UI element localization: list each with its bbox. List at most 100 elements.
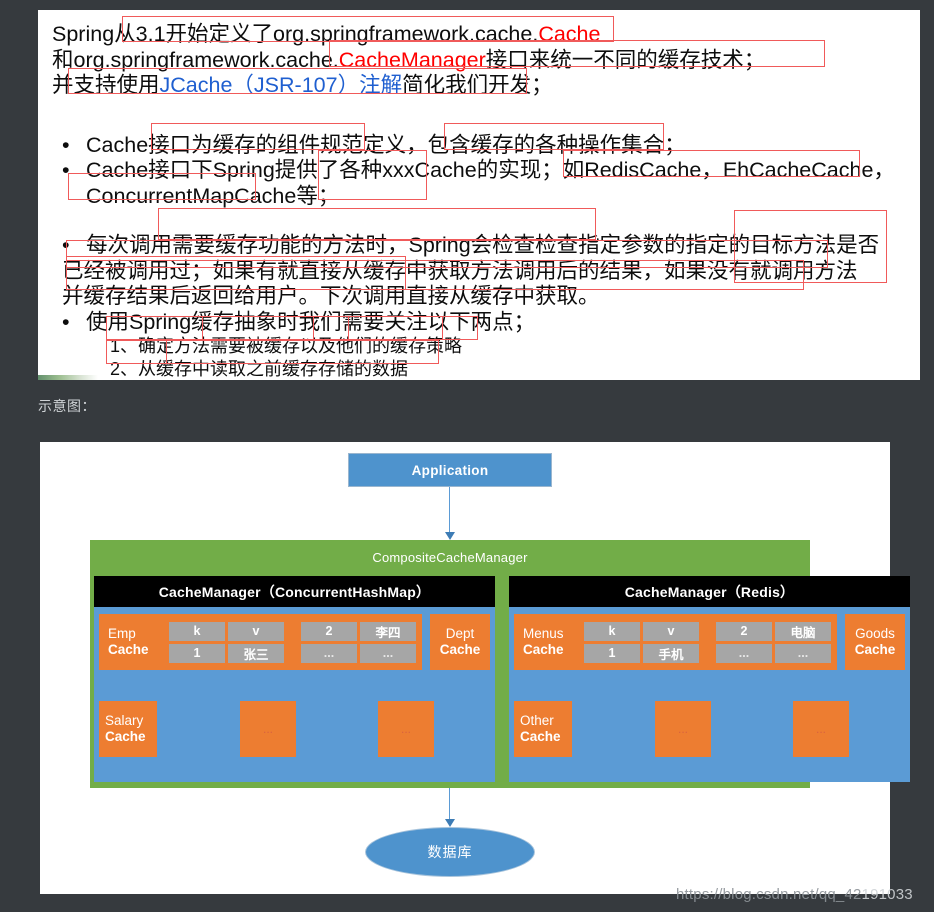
kv-table-b-left: 2 李四 ... ... [301, 621, 416, 663]
composite-cache-manager-title: CompositeCacheManager [94, 544, 806, 570]
goods-cache-box: Goods Cache [845, 614, 905, 670]
database-node: 数据库 [365, 827, 535, 877]
bullet-marker: • [62, 132, 70, 157]
kv-cell: ... [360, 643, 416, 663]
text-slide-content: Spring从3.1开始定义了org.springframework.cache… [38, 10, 920, 380]
numbered-text: 1、确定方法需要被缓存以及他们的缓存策略 [110, 336, 463, 356]
menus-cache-line2: Cache [523, 642, 564, 657]
paragraph-3-seg-2: JCache（JSR-107）注解 [159, 73, 403, 97]
kv-row: 1 手机 [584, 643, 699, 663]
cache-manager-right-header: CacheManager（Redis） [509, 576, 910, 607]
paragraph-1-seg-1: Spring从3.1开始定义了org.springframework.cache… [52, 22, 539, 46]
cache-manager-panel-left: CacheManager（ConcurrentHashMap） Emp Cach… [94, 576, 495, 782]
bullet-group-1: • Cache接口为缓存的组件规范定义，包含缓存的各种操作集合； • Cache… [52, 133, 920, 210]
watermark-dim: https://blog.csdn.net/qq_42 [676, 886, 862, 903]
emp-cache-label: Emp Cache [105, 626, 167, 658]
arrow-head-icon [445, 819, 455, 827]
dept-cache-line2: Cache [439, 642, 481, 657]
kv-row: ... ... [301, 643, 416, 663]
watermark-bright: 191033 [861, 886, 913, 903]
bullet-item: • 每次调用需要缓存功能的方法时，Spring会检查检查指定参数的指定的目标方法… [52, 233, 920, 259]
placeholder-cache-box: ... [378, 701, 434, 757]
composite-cache-manager-container: CompositeCacheManager CacheManager（Concu… [90, 540, 910, 788]
bullet-continuation: 并缓存结果后返回给用户。下次调用直接从缓存中获取。 [52, 284, 920, 310]
bullet-item: • 使用Spring缓存抽象时我们需要关注以下两点； [52, 310, 920, 336]
kv-cell: 手机 [643, 643, 699, 663]
kv-cell: 1 [584, 643, 640, 663]
watermark: https://blog.csdn.net/qq_42191033 [676, 886, 913, 903]
salary-cache-box: Salary Cache [99, 701, 157, 757]
screenshot-root: Spring从3.1开始定义了org.springframework.cache… [0, 0, 934, 912]
paragraph-3-seg-3: 简化我们开发； [402, 73, 553, 97]
bullet-continuation: 已经被调用过；如果有就直接从缓存中获取方法调用后的结果，如果没有就调用方法 [52, 259, 920, 285]
bullet-marker: • [62, 158, 70, 182]
architecture-diagram: Application CompositeCacheManager CacheM… [40, 442, 910, 894]
paragraph-line-1: Spring从3.1开始定义了org.springframework.cache… [52, 22, 920, 48]
kv-table-a-right: k v 1 手机 [584, 621, 699, 663]
connector-line-ccm-to-db [449, 788, 450, 820]
bullet-marker: • [62, 309, 70, 334]
paragraph-2-seg-1: 和org.springframework.cache. [52, 47, 339, 72]
placeholder-cache-box: ... [240, 701, 296, 757]
goods-cache-line1: Goods [855, 626, 895, 641]
kv-cell: 电脑 [775, 621, 831, 641]
bullet-continuation: ConcurrentMapCache等； [52, 184, 920, 210]
cache-manager-right-body: Menus Cache k v 1 手机 2 电脑 ... ... Goods … [509, 607, 910, 782]
menus-cache-label: Menus Cache [520, 626, 582, 658]
arrow-head-icon [445, 532, 455, 540]
dept-cache-line1: Dept [445, 626, 475, 641]
kv-cell: 1 [169, 643, 225, 663]
bullet-group-2: • 每次调用需要缓存功能的方法时，Spring会检查检查指定参数的指定的目标方法… [52, 233, 920, 380]
kv-cell: ... [301, 643, 357, 663]
bullet-text: Cache接口下Spring提供了各种xxxCache的实现；如RedisCac… [86, 158, 895, 182]
kv-tables-left: k v 1 张三 2 李四 ... ... [169, 621, 416, 663]
kv-row: k v [584, 621, 699, 641]
cache-band-secondary-left: Salary Cache ... ... [99, 683, 490, 775]
bullet-text: 每次调用需要缓存功能的方法时，Spring会检查检查指定参数的指定的目标方法是否 [86, 233, 880, 257]
card-edge-artifact [38, 375, 98, 380]
bullet-item: • Cache接口为缓存的组件规范定义，包含缓存的各种操作集合； [52, 133, 920, 159]
numbered-text: 2、从缓存中读取之前缓存存储的数据 [110, 359, 409, 379]
other-cache-line1: Other [520, 713, 554, 728]
bullet-marker: • [62, 233, 70, 257]
kv-table-a-left: k v 1 张三 [169, 621, 284, 663]
bullet-text: ConcurrentMapCache等； [86, 183, 340, 208]
kv-row: ... ... [716, 643, 831, 663]
paragraph-3-seg-1: 并支持使用 [52, 73, 160, 97]
cache-band-primary-right: Menus Cache k v 1 手机 2 电脑 ... ... Goods … [514, 614, 905, 670]
bullet-text: 已经被调用过；如果有就直接从缓存中获取方法调用后的结果，如果没有就调用方法 [62, 258, 858, 283]
kv-cell: v [228, 621, 284, 641]
cache-band-primary-left: Emp Cache k v 1 张三 2 李四 ... ... Dept Cac… [99, 614, 490, 670]
kv-cell: k [169, 621, 225, 641]
kv-cell: 李四 [360, 621, 416, 641]
kv-tables-right: k v 1 手机 2 电脑 ... ... [584, 621, 831, 663]
cache-band-secondary-right: Other Cache ... ... [514, 683, 905, 775]
kv-row: 2 李四 [301, 621, 416, 641]
cache-manager-panel-right: CacheManager（Redis） Menus Cache k v 1 手机… [509, 576, 910, 782]
kv-cell: 张三 [228, 643, 284, 663]
cache-manager-left-header: CacheManager（ConcurrentHashMap） [94, 576, 495, 607]
paragraph-1-seg-2: Cache [538, 22, 601, 46]
kv-row: k v [169, 621, 284, 641]
kv-cell: v [643, 621, 699, 641]
kv-cell: k [584, 621, 640, 641]
kv-cell: 2 [716, 621, 772, 641]
numbered-item: 1、确定方法需要被缓存以及他们的缓存策略 [52, 335, 920, 358]
salary-cache-line1: Salary [105, 713, 144, 728]
emp-cache-strip: Emp Cache k v 1 张三 2 李四 ... ... [99, 614, 422, 670]
kv-cell: ... [775, 643, 831, 663]
bullet-text: 并缓存结果后返回给用户。下次调用直接从缓存中获取。 [62, 284, 600, 308]
placeholder-cache-box: ... [655, 701, 711, 757]
application-node: Application [348, 453, 552, 487]
salary-cache-line2: Cache [105, 729, 146, 744]
other-cache-line2: Cache [520, 729, 561, 744]
emp-cache-line2: Cache [108, 642, 149, 657]
placeholder-cache-box: ... [793, 701, 849, 757]
dept-cache-box: Dept Cache [430, 614, 490, 670]
kv-cell: ... [716, 643, 772, 663]
kv-row: 1 张三 [169, 643, 284, 663]
paragraph-line-3: 并支持使用JCache（JSR-107）注解简化我们开发； [52, 73, 920, 99]
kv-cell: 2 [301, 621, 357, 641]
bullet-text: 使用Spring缓存抽象时我们需要关注以下两点； [86, 309, 536, 334]
paragraph-line-2: 和org.springframework.cache.CacheManager接… [52, 48, 920, 74]
